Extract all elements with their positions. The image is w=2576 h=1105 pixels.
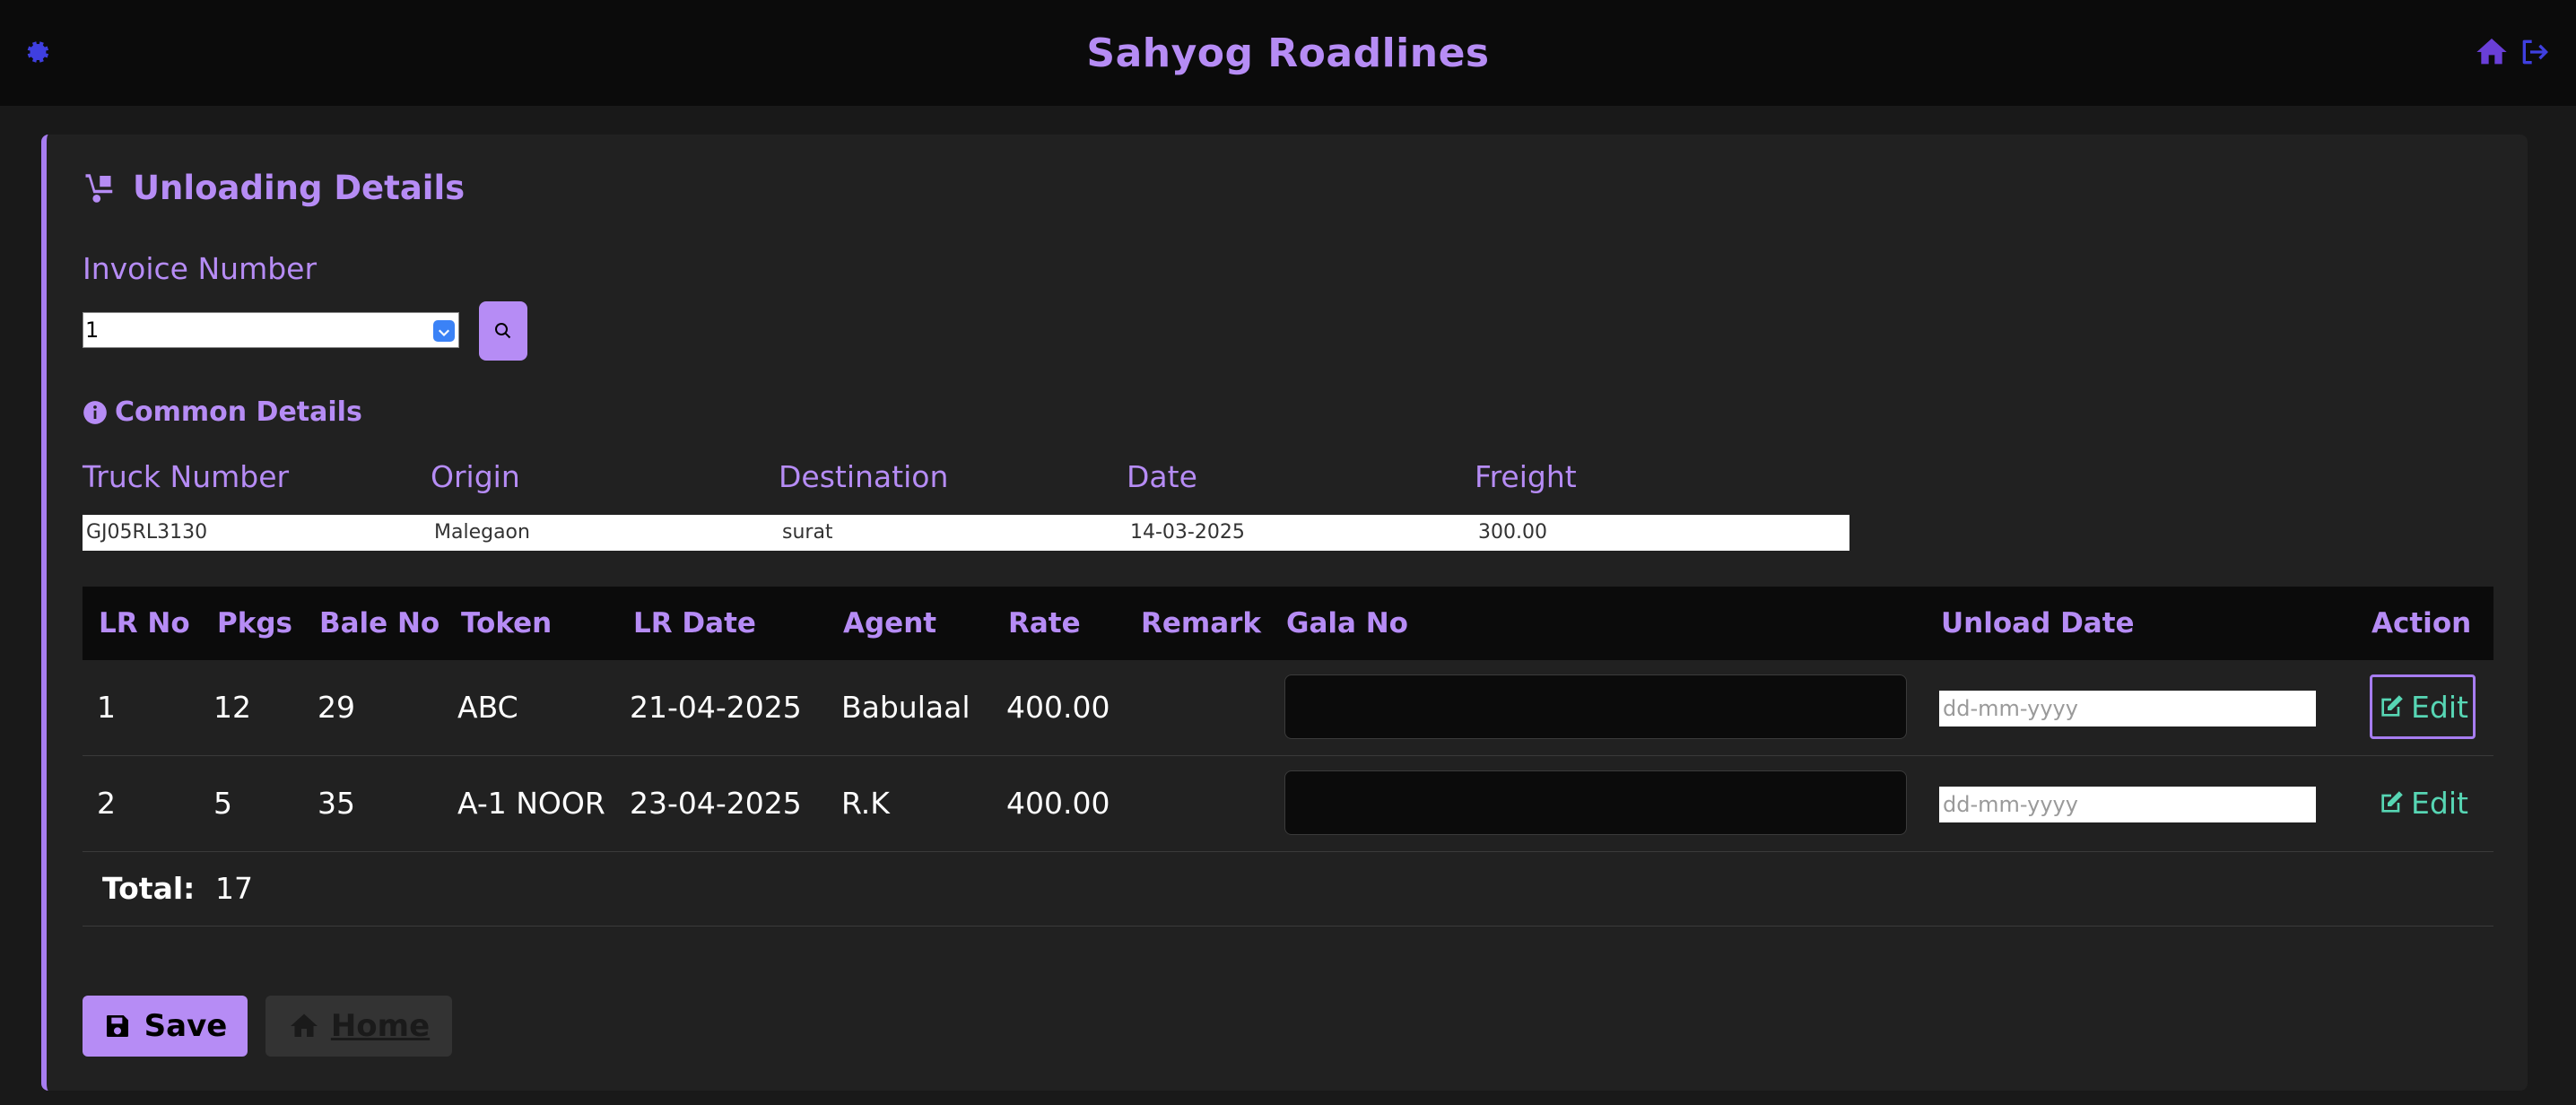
col-agent: Agent <box>843 607 937 640</box>
token-cell: A-1 NOOR <box>457 786 605 821</box>
bale-no-cell: 35 <box>318 786 355 821</box>
col-gala-no: Gala No <box>1286 607 1408 640</box>
dolly-icon <box>85 173 113 203</box>
home-icon <box>290 1014 318 1037</box>
unload-date-input[interactable]: dd-mm-yyyy <box>1939 787 2316 822</box>
total-value: 17 <box>215 871 253 906</box>
date-value: 14-03-2025 <box>1130 521 1245 544</box>
table-row: 1 12 29 ABC 21-04-2025 Babulaal 400.00 d… <box>83 660 2493 756</box>
unloading-card: Unloading Details Invoice Number 1 Commo… <box>41 135 2528 1091</box>
card-title: Unloading Details <box>133 169 466 207</box>
unload-date-input[interactable]: dd-mm-yyyy <box>1939 691 2316 727</box>
bale-no-cell: 29 <box>318 690 355 725</box>
invoice-select-value: 1 <box>85 318 100 343</box>
destination-value: surat <box>782 521 833 544</box>
col-token: Token <box>461 607 553 640</box>
rate-cell: 400.00 <box>1006 786 1110 821</box>
save-icon <box>106 1015 128 1037</box>
unloading-table: LR No Pkgs Bale No Token LR Date Agent R… <box>83 587 2493 927</box>
total-row: Total: 17 <box>83 852 2493 927</box>
rate-cell: 400.00 <box>1006 690 1110 725</box>
logout-icon[interactable] <box>2517 34 2553 70</box>
edit-button[interactable]: Edit <box>2370 770 2476 835</box>
col-remark: Remark <box>1141 607 1262 640</box>
app-title: Sahyog Roadlines <box>1086 30 1490 76</box>
pkgs-cell: 5 <box>213 786 232 821</box>
info-icon <box>83 400 107 424</box>
col-unload-date: Unload Date <box>1941 607 2135 640</box>
agent-cell: R.K <box>841 786 890 821</box>
freight-value: 300.00 <box>1478 521 1547 544</box>
top-bar: Sahyog Roadlines <box>0 0 2576 106</box>
home-label: Home <box>330 1008 431 1044</box>
home-button[interactable]: Home <box>265 996 452 1057</box>
truck-number-label: Truck Number <box>83 459 290 494</box>
destination-label: Destination <box>779 459 949 494</box>
col-action: Action <box>2371 607 2472 640</box>
table-row: 2 5 35 A-1 NOOR 23-04-2025 R.K 400.00 dd… <box>83 756 2493 852</box>
lr-no-cell: 2 <box>97 786 116 821</box>
save-label: Save <box>144 1008 228 1044</box>
header-actions <box>2474 34 2553 70</box>
home-icon[interactable] <box>2474 34 2510 70</box>
col-lr-no: LR No <box>99 607 190 640</box>
edit-label: Edit <box>2411 785 2468 821</box>
pkgs-cell: 12 <box>213 690 251 725</box>
gala-no-input[interactable] <box>1284 674 1907 739</box>
common-details-header: Common Details <box>83 396 362 428</box>
col-rate: Rate <box>1008 607 1081 640</box>
table-header: LR No Pkgs Bale No Token LR Date Agent R… <box>83 587 2493 660</box>
lr-date-cell: 21-04-2025 <box>630 690 802 725</box>
agent-cell: Babulaal <box>841 690 970 725</box>
token-cell: ABC <box>457 690 518 725</box>
invoice-label: Invoice Number <box>83 251 318 286</box>
col-bale-no: Bale No <box>319 607 440 640</box>
invoice-select[interactable]: 1 <box>83 312 459 348</box>
col-pkgs: Pkgs <box>217 607 292 640</box>
origin-value: Malegaon <box>434 521 530 544</box>
gear-icon[interactable] <box>20 36 52 68</box>
edit-label: Edit <box>2411 689 2468 725</box>
col-lr-date: LR Date <box>633 607 756 640</box>
truck-number-value: GJ05RL3130 <box>86 521 208 544</box>
save-button[interactable]: Save <box>83 996 248 1057</box>
origin-label: Origin <box>431 459 520 494</box>
common-details-values: GJ05RL3130 Malegaon surat 14-03-2025 300… <box>83 515 1849 551</box>
lr-date-cell: 23-04-2025 <box>630 786 802 821</box>
edit-icon <box>2381 791 2403 813</box>
edit-icon <box>2381 695 2403 717</box>
lr-no-cell: 1 <box>97 690 116 725</box>
gala-no-input[interactable] <box>1284 770 1907 835</box>
search-button[interactable] <box>479 301 527 361</box>
edit-button[interactable]: Edit <box>2370 674 2476 739</box>
search-icon <box>495 323 511 339</box>
chevron-down-icon <box>433 320 455 342</box>
total-label: Total: <box>102 871 196 906</box>
date-label: Date <box>1127 459 1197 494</box>
freight-label: Freight <box>1475 459 1577 494</box>
card-header: Unloading Details <box>83 169 465 207</box>
common-details-title: Common Details <box>115 396 362 428</box>
